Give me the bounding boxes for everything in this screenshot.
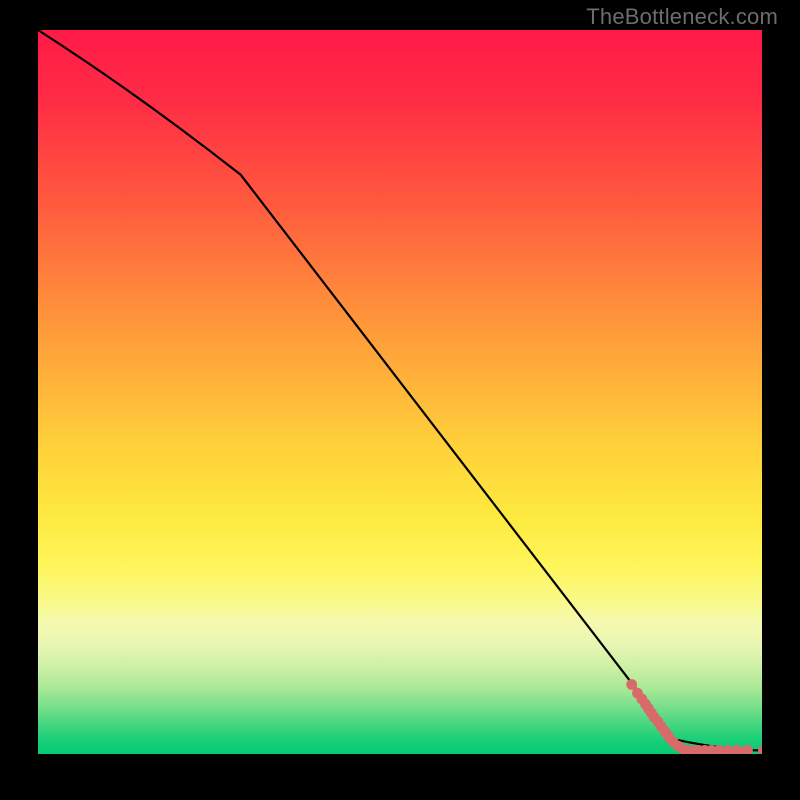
data-point [723,745,734,754]
data-point [742,745,753,754]
watermark-text: TheBottleneck.com [586,4,778,30]
chart-overlay [38,30,762,754]
curve-line [38,30,762,750]
chart-area [38,30,762,754]
data-point [758,745,762,754]
data-point [732,745,743,754]
